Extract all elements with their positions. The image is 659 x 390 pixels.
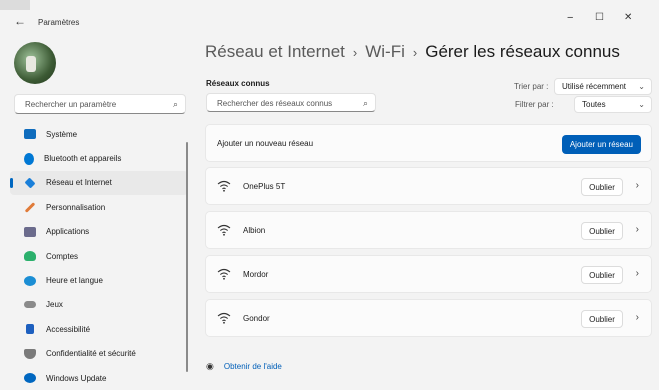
search-icon: ⌕	[362, 98, 368, 108]
add-network-card: Ajouter un nouveau réseau Ajouter un rés…	[205, 124, 652, 162]
sort-value: Utilisé récemment	[562, 82, 627, 91]
breadcrumb: Réseau et Internet › Wi-Fi › Gérer les résea…	[205, 42, 620, 62]
update-icon	[24, 373, 36, 384]
add-network-label: Ajouter un nouveau réseau	[217, 139, 314, 148]
help-label[interactable]: Obtenir de l'aide	[224, 362, 282, 371]
network-name: Gondor	[243, 314, 270, 323]
add-network-button[interactable]: Ajouter un réseau	[561, 135, 641, 154]
filter-dropdown[interactable]: Toutes ⌄	[574, 96, 652, 113]
network-row[interactable]: OnePlus 5T Oublier ›	[205, 167, 652, 205]
sidebar-item-label: Comptes	[46, 251, 79, 261]
sidebar-item-system[interactable]: Système	[10, 122, 188, 146]
brush-icon	[24, 202, 36, 213]
sidebar-item-windows-update[interactable]: Windows Update	[10, 366, 188, 390]
sort-dropdown[interactable]: Utilisé récemment ⌄	[554, 78, 652, 95]
page-title: Gérer les réseaux connus	[425, 42, 620, 61]
wifi-icon	[217, 312, 231, 324]
sort-label: Trier par :	[514, 82, 549, 91]
controller-icon	[24, 301, 36, 309]
person-icon	[24, 251, 36, 262]
wifi-diamond-icon	[24, 177, 36, 189]
sidebar-item-accessibility[interactable]: Accessibilité	[10, 317, 188, 341]
chevron-right-icon[interactable]: ›	[636, 224, 639, 235]
title-bar: ← Paramètres − ☐ ✕	[0, 8, 659, 38]
sidebar-scrollbar[interactable]	[186, 142, 188, 372]
wifi-icon	[217, 268, 231, 280]
breadcrumb-separator: ›	[352, 45, 358, 60]
help-icon: ◉	[206, 361, 214, 371]
shield-icon	[24, 348, 36, 359]
forget-button[interactable]: Oublier	[581, 222, 623, 240]
sidebar-item-label: Accessibilité	[46, 324, 91, 334]
settings-search[interactable]: ⌕	[14, 94, 186, 114]
network-row[interactable]: Gondor Oublier ›	[205, 299, 652, 337]
sidebar-item-label: Jeux	[46, 300, 63, 310]
selection-indicator	[10, 177, 13, 188]
sidebar-item-apps[interactable]: Applications	[10, 220, 188, 244]
sidebar-item-gaming[interactable]: Jeux	[10, 293, 188, 317]
network-name: Albion	[243, 226, 266, 235]
network-row[interactable]: Albion Oublier ›	[205, 211, 652, 249]
network-row[interactable]: Mordor Oublier ›	[205, 255, 652, 293]
chevron-right-icon[interactable]: ›	[636, 312, 639, 323]
sidebar-item-label: Applications	[46, 227, 90, 237]
network-name: OnePlus 5T	[243, 182, 286, 191]
section-title: Réseaux connus	[206, 79, 270, 88]
sidebar-item-label: Heure et langue	[46, 276, 103, 286]
wifi-icon	[217, 180, 231, 192]
bluetooth-icon	[24, 152, 34, 165]
breadcrumb-wifi[interactable]: Wi-Fi	[365, 42, 405, 61]
sidebar-item-network[interactable]: Réseau et Internet	[10, 170, 188, 196]
avatar[interactable]	[14, 42, 56, 84]
system-icon	[24, 129, 36, 140]
globe-clock-icon	[24, 275, 36, 286]
forget-button[interactable]: Oublier	[581, 178, 623, 196]
networks-search-input[interactable]	[215, 98, 359, 109]
breadcrumb-separator: ›	[412, 45, 418, 60]
apps-icon	[24, 226, 36, 237]
back-arrow-icon[interactable]: ←	[14, 14, 26, 28]
sidebar-nav: Système Bluetooth et appareils Réseau et…	[10, 122, 188, 390]
help-link[interactable]: ◉ Obtenir de l'aide	[206, 361, 282, 372]
maximize-button[interactable]: ☐	[595, 12, 604, 23]
sidebar-item-label: Confidentialité et sécurité	[46, 349, 136, 359]
chevron-right-icon[interactable]: ›	[636, 180, 639, 191]
sidebar-item-label: Réseau et Internet	[46, 178, 112, 188]
forget-button[interactable]: Oublier	[581, 310, 623, 328]
chevron-down-icon: ⌄	[638, 82, 645, 91]
sidebar-item-label: Bluetooth et appareils	[44, 154, 122, 164]
sidebar-item-privacy[interactable]: Confidentialité et sécurité	[10, 342, 188, 366]
filter-value: Toutes	[582, 100, 606, 109]
networks-search[interactable]: ⌕	[206, 93, 376, 112]
sidebar-item-bluetooth[interactable]: Bluetooth et appareils	[10, 146, 188, 170]
breadcrumb-network[interactable]: Réseau et Internet	[205, 42, 345, 61]
wifi-icon	[217, 224, 231, 236]
minimize-button[interactable]: −	[567, 12, 573, 24]
chevron-right-icon[interactable]: ›	[636, 268, 639, 279]
close-button[interactable]: ✕	[624, 12, 632, 23]
app-title: Paramètres	[38, 18, 80, 27]
accessibility-icon	[26, 324, 34, 335]
sidebar-item-personalization[interactable]: Personnalisation	[10, 195, 188, 219]
sidebar-item-accounts[interactable]: Comptes	[10, 244, 188, 268]
sidebar-item-label: Windows Update	[46, 373, 107, 383]
network-name: Mordor	[243, 270, 269, 279]
sidebar-item-label: Système	[46, 129, 78, 139]
filter-label: Filtrer par :	[515, 100, 554, 109]
search-icon: ⌕	[172, 99, 178, 109]
sidebar-item-time-language[interactable]: Heure et langue	[10, 268, 188, 292]
sidebar-item-label: Personnalisation	[46, 202, 106, 212]
forget-button[interactable]: Oublier	[581, 266, 623, 284]
settings-search-input[interactable]	[23, 99, 167, 110]
chevron-down-icon: ⌄	[638, 100, 645, 109]
